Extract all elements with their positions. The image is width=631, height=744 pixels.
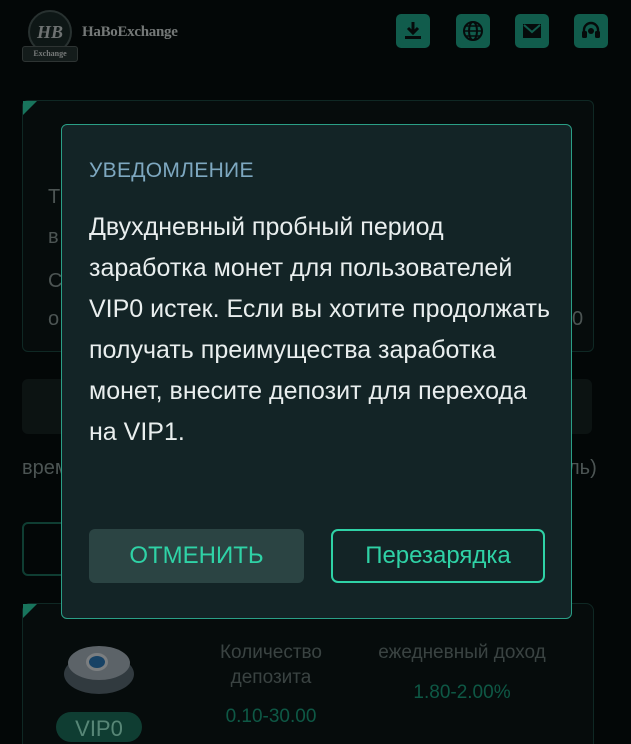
notification-dialog: УВЕДОМЛЕНИЕ Двухдневный пробный период з…: [61, 124, 572, 619]
cancel-button[interactable]: ОТМЕНИТЬ: [89, 529, 304, 583]
dialog-message: Двухдневный пробный период заработка мон…: [89, 213, 550, 446]
recharge-button[interactable]: Перезарядка: [331, 529, 545, 583]
dialog-title: УВЕДОМЛЕНИЕ: [89, 159, 254, 182]
app-page: HB Exchange HaBoExchange Т в С о 0 врем …: [0, 0, 631, 744]
